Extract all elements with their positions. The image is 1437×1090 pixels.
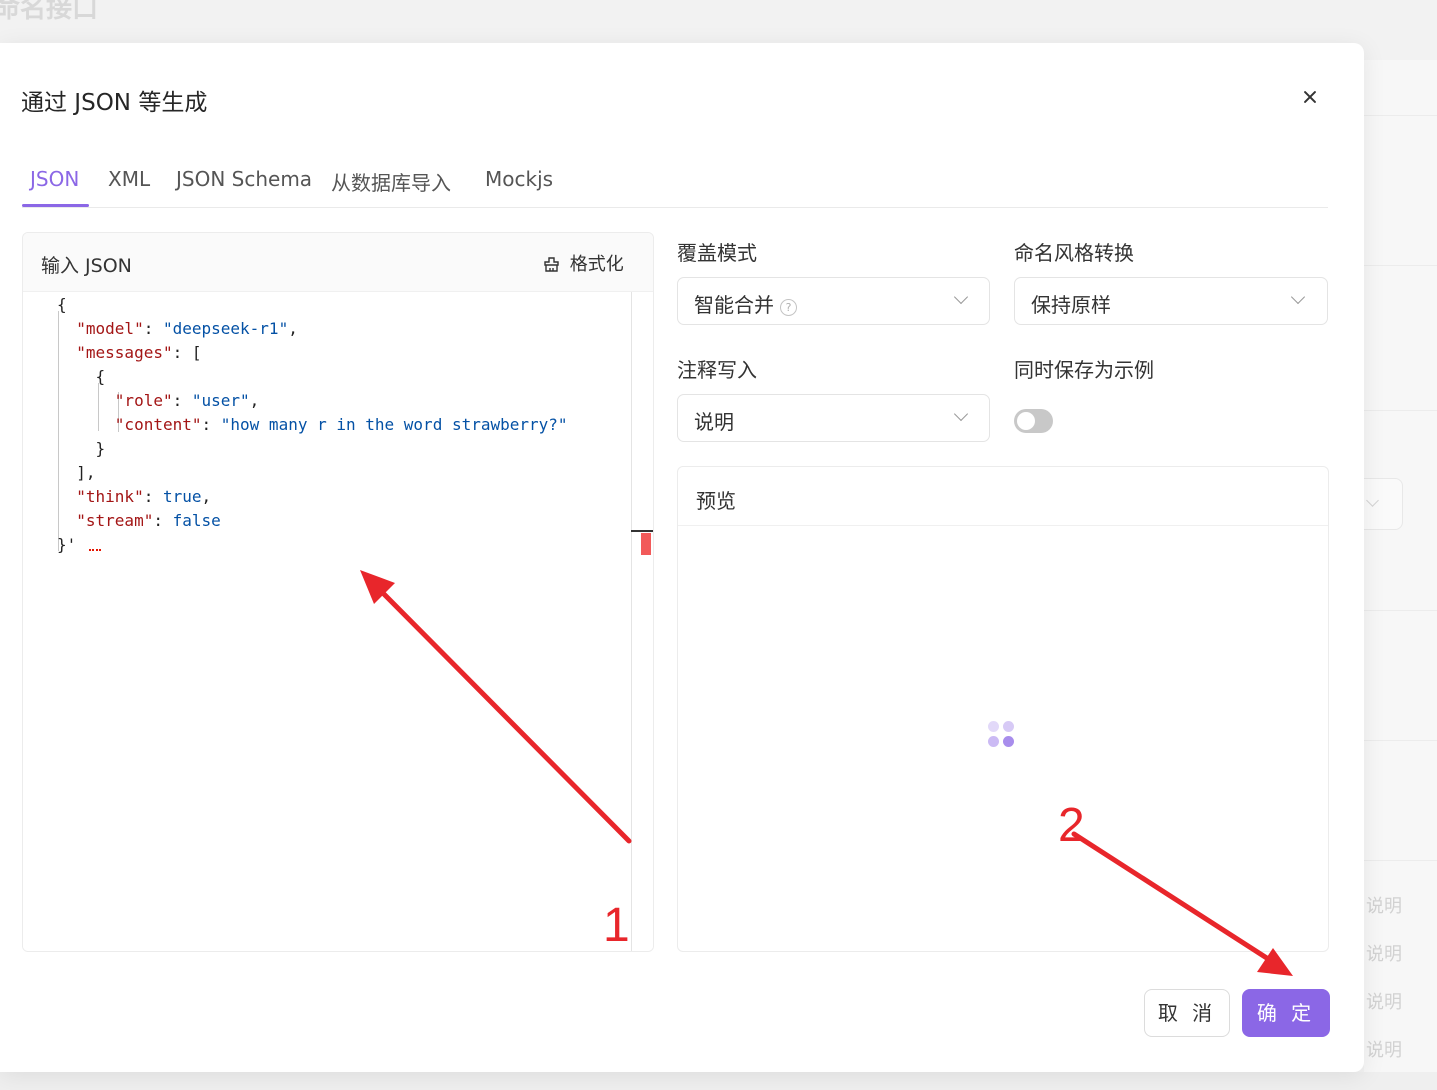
tab-import-database[interactable]: 从数据库导入 [331, 167, 451, 196]
overwrite-mode-value: 智能合并? [694, 289, 797, 318]
naming-style-value: 保持原样 [1031, 293, 1111, 317]
close-icon[interactable] [1296, 83, 1324, 111]
background-divider [1364, 610, 1437, 611]
tab-xml[interactable]: XML [108, 167, 150, 191]
format-button[interactable]: 格式化 [543, 250, 624, 276]
background-note: 说明 [1366, 944, 1402, 965]
code-line: } [57, 439, 106, 458]
background-divider [1364, 410, 1437, 411]
background-panel [1364, 60, 1437, 1090]
background-note: 说明 [1366, 1040, 1402, 1061]
syntax-error-marker [89, 545, 101, 551]
comment-write-select[interactable]: 说明 [677, 394, 990, 442]
save-example-toggle[interactable] [1014, 409, 1053, 433]
code-line: "model": "deepseek-r1", [76, 319, 298, 338]
chevron-down-icon [1290, 289, 1306, 305]
background-footer [0, 1072, 1437, 1090]
generate-from-json-modal: 通过 JSON 等生成 JSON XML JSON Schema 从数据库导入 … [0, 43, 1364, 1072]
background-note: 说明 [1366, 896, 1402, 917]
background-divider [1364, 265, 1437, 266]
scrollbar-cursor-marker [631, 530, 653, 532]
json-editor-panel: 输入 JSON 格式化 { "model": "deepseek-r1", "m… [22, 232, 654, 952]
preview-panel: 预览 [677, 466, 1329, 952]
editor-scrollbar[interactable] [631, 292, 653, 951]
background-note: 说明 [1366, 992, 1402, 1013]
tab-mockjs[interactable]: Mockjs [485, 167, 553, 191]
confirm-button[interactable]: 确 定 [1242, 989, 1330, 1037]
comment-write-value: 说明 [694, 410, 734, 434]
code-line: ], [57, 463, 96, 482]
naming-style-select[interactable]: 保持原样 [1014, 277, 1328, 325]
tab-json-schema[interactable]: JSON Schema [176, 167, 312, 191]
save-example-label: 同时保存为示例 [1014, 358, 1154, 382]
code-line: }' [57, 535, 77, 554]
code-line: "messages": [ [76, 343, 202, 362]
active-tab-indicator [22, 204, 89, 207]
loading-spinner-icon [986, 719, 1016, 749]
preview-label: 预览 [696, 489, 736, 513]
overwrite-mode-label: 覆盖模式 [677, 241, 757, 265]
code-line: { [57, 367, 106, 386]
background-page-title: 命名接口 [0, 0, 99, 24]
code-line: { [57, 295, 67, 314]
annotation-label-1: 1 [603, 899, 630, 952]
help-icon[interactable]: ? [780, 299, 797, 316]
json-code-input[interactable]: { "model": "deepseek-r1", "messages": [ … [23, 292, 631, 951]
code-line: "think": true, [76, 487, 212, 506]
preview-header: 预览 [678, 467, 1328, 526]
overwrite-mode-select[interactable]: 智能合并? [677, 277, 990, 325]
annotation-label-2: 2 [1058, 799, 1085, 852]
editor-header: 输入 JSON 格式化 [23, 233, 653, 292]
background-divider [1364, 860, 1437, 861]
code-line: "role": "user", [114, 391, 260, 410]
modal-title: 通过 JSON 等生成 [21, 90, 208, 116]
editor-label: 输入 JSON [41, 255, 132, 277]
scrollbar-error-marker [641, 533, 651, 555]
chevron-down-icon [953, 289, 969, 305]
tab-bar: JSON XML JSON Schema 从数据库导入 Mockjs [22, 161, 1328, 208]
format-label: 格式化 [569, 254, 624, 275]
naming-style-label: 命名风格转换 [1014, 241, 1134, 265]
cancel-button[interactable]: 取 消 [1144, 989, 1230, 1037]
chevron-down-icon [953, 406, 969, 422]
background-divider [1364, 740, 1437, 741]
toggle-knob [1017, 412, 1035, 430]
broom-icon [543, 254, 570, 275]
background-divider [1364, 115, 1437, 116]
comment-write-label: 注释写入 [677, 358, 757, 382]
code-line: "content": "how many r in the word straw… [114, 415, 568, 434]
tab-json[interactable]: JSON [30, 167, 79, 191]
code-line: "stream": false [76, 511, 221, 530]
